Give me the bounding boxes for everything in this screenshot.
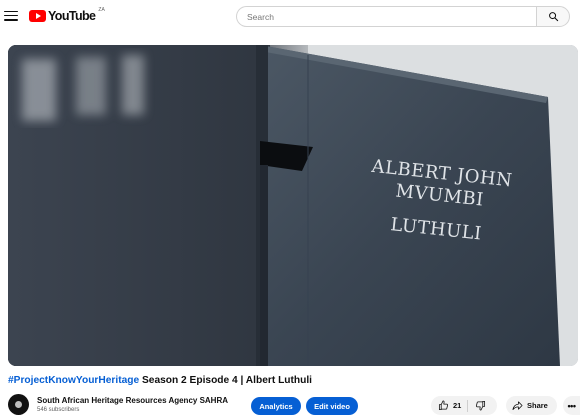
analytics-button[interactable]: Analytics (251, 397, 301, 415)
more-dots-icon: ••• (567, 400, 576, 411)
logo-text: YouTube (48, 9, 96, 23)
search-input[interactable] (236, 6, 536, 27)
search-button[interactable] (536, 6, 570, 27)
edit-video-button[interactable]: Edit video (306, 397, 358, 415)
youtube-logo[interactable]: YouTube ZA (29, 7, 105, 24)
channel-name[interactable]: South African Heritage Resources Agency … (37, 396, 228, 405)
share-label: Share (527, 401, 548, 410)
share-arrow-icon (512, 401, 523, 411)
video-player[interactable]: ALBERT JOHN MVUMBI LUTHULI (8, 45, 578, 366)
hamburger-menu-icon[interactable] (4, 8, 18, 22)
more-actions-button[interactable]: ••• (563, 396, 580, 415)
thumbs-up-icon (438, 400, 448, 411)
share-button[interactable]: Share (506, 396, 557, 415)
video-title: #ProjectKnowYourHeritage Season 2 Episod… (8, 375, 312, 386)
title-text: Season 2 Episode 4 | Albert Luthuli (139, 375, 313, 386)
like-button[interactable]: 21 (431, 396, 467, 415)
youtube-play-icon (29, 10, 46, 22)
title-hashtag-link[interactable]: #ProjectKnowYourHeritage (8, 375, 139, 386)
dislike-button[interactable] (468, 396, 486, 415)
search-box (236, 6, 570, 27)
like-dislike-group: 21 (431, 396, 497, 415)
subscriber-count: 546 subscribers (37, 407, 80, 413)
thumbnail-inscription: ALBERT JOHN MVUMBI LUTHULI (359, 155, 518, 248)
logo-country-code: ZA (98, 7, 105, 13)
channel-avatar[interactable] (8, 394, 29, 415)
thumbs-down-icon (476, 400, 486, 411)
masthead: YouTube ZA (0, 0, 580, 32)
like-count: 21 (453, 401, 462, 410)
search-icon (548, 12, 558, 22)
